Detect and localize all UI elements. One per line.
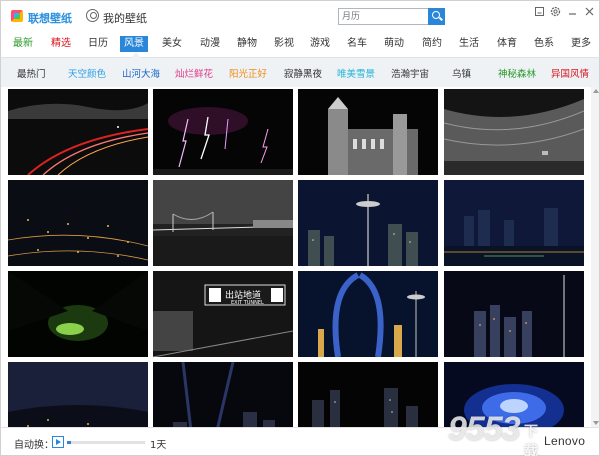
minimize-icon[interactable] [533, 5, 546, 18]
wallpaper-grid: 出站地道 EXIT TUNNEL [0, 87, 600, 427]
wallpaper-thumbnail-tower-skyline[interactable] [444, 271, 584, 357]
footer-bar: 自动换： 1天 Lenovo [0, 427, 600, 456]
wallpaper-thumbnail-bay-bridge-night[interactable] [153, 180, 293, 266]
category-tab[interactable]: 风景 [120, 36, 148, 52]
wallpaper-thumbnail-crescent-building[interactable] [444, 89, 584, 175]
tab-lenovo-wallpaper[interactable]: 联想壁纸 [28, 10, 72, 26]
subcategory-tag[interactable]: 灿烂鲜花 [175, 66, 213, 80]
subcategory-tag[interactable]: 最热门 [17, 66, 46, 80]
category-nav: 最新 精选 日历 风景 美女 动漫 静物 影视 游戏 名车 萌动 简约 生活 体育 色系 更多 [0, 30, 600, 57]
wallpaper-thumbnail-city-lights-aerial[interactable] [8, 180, 148, 266]
play-icon[interactable] [52, 436, 64, 448]
wallpaper-thumbnail-waterfront-skyline[interactable] [444, 180, 584, 266]
wallpaper-thumbnail-city-hall-night[interactable] [298, 89, 438, 175]
category-tab[interactable]: 萌动 [384, 36, 404, 52]
wallpaper-thumbnail-space-needle-skyline[interactable] [298, 180, 438, 266]
wallpaper-thumbnail-hillside-city[interactable] [8, 362, 148, 427]
category-tab[interactable]: 简约 [422, 36, 442, 52]
subcategory-tag[interactable]: 唯美雪景 [337, 66, 375, 80]
scroll-up-icon[interactable] [593, 89, 599, 93]
category-tab[interactable]: 名车 [347, 36, 367, 52]
category-tab[interactable]: 生活 [459, 36, 479, 52]
auto-change-label: 自动换： [14, 440, 54, 451]
lenovo-wallpaper-logo [11, 10, 23, 22]
category-tab[interactable]: 美女 [162, 36, 182, 52]
scroll-down-icon[interactable] [593, 421, 599, 425]
category-tab[interactable]: 游戏 [310, 36, 330, 52]
category-tab[interactable]: 色系 [534, 36, 554, 52]
search-icon[interactable] [428, 8, 445, 25]
wallpaper-thumbnail-exit-tunnel-station[interactable]: 出站地道 EXIT TUNNEL [153, 271, 293, 357]
wallpaper-thumbnail-skyscrapers-night[interactable] [298, 362, 438, 427]
active-pointer [131, 52, 141, 58]
wallpaper-thumbnail-blue-fireworks[interactable] [444, 362, 584, 427]
subcategory-tag[interactable]: 异国风情 [551, 66, 589, 80]
interval-value: 1天 [150, 440, 167, 451]
gear-icon[interactable] [549, 5, 562, 18]
category-tab[interactable]: 动漫 [200, 36, 220, 52]
subcategory-bar: 最热门 天空颜色 山河大海 灿烂鲜花 阳光正好 寂静黑夜 唯美雪景 浩瀚宇宙 乌镇 神秘森林 异国风… [0, 52, 600, 87]
category-tab[interactable]: 精选 [51, 36, 71, 52]
wallpaper-thumbnail-space-needle-arches[interactable] [298, 271, 438, 357]
category-tab[interactable]: 体育 [497, 36, 517, 52]
lenovo-brand: Lenovo [544, 434, 586, 448]
title-bar: 联想壁纸 我的壁纸 [0, 0, 600, 30]
minimize-window-icon[interactable] [566, 5, 579, 18]
sign-sub-text: EXIT TUNNEL [231, 300, 264, 306]
close-icon[interactable] [583, 5, 596, 18]
subcategory-tag[interactable]: 乌镇 [452, 66, 471, 80]
scrollbar[interactable] [591, 87, 599, 427]
subcategory-tag[interactable]: 浩瀚宇宙 [391, 66, 429, 80]
subcategory-tag[interactable]: 寂静黑夜 [284, 66, 322, 80]
subcategory-tag[interactable]: 山河大海 [122, 66, 160, 80]
user-icon[interactable] [86, 9, 99, 22]
search-box[interactable] [338, 8, 445, 25]
subcategory-tag[interactable]: 阳光正好 [229, 66, 267, 80]
category-tab[interactable]: 影视 [274, 36, 294, 52]
category-tab[interactable]: 静物 [237, 36, 257, 52]
interval-slider[interactable] [67, 441, 145, 444]
category-tab[interactable]: 更多 [571, 36, 591, 52]
wallpaper-thumbnail-night-highway[interactable] [8, 89, 148, 175]
wallpaper-thumbnail-lightning-storm[interactable] [153, 89, 293, 175]
category-tab[interactable]: 日历 [88, 36, 108, 52]
wallpaper-thumbnail-searchlights-skyline[interactable] [153, 362, 293, 427]
slider-fill [67, 441, 71, 444]
search-input[interactable] [339, 9, 429, 24]
subcategory-tag[interactable]: 天空颜色 [68, 66, 106, 80]
wallpaper-thumbnail-tree-tunnel-glow[interactable] [8, 271, 148, 357]
subcategory-tag[interactable]: 神秘森林 [498, 66, 536, 80]
category-tab[interactable]: 最新 [13, 36, 33, 52]
tab-my-wallpaper[interactable]: 我的壁纸 [103, 10, 147, 26]
